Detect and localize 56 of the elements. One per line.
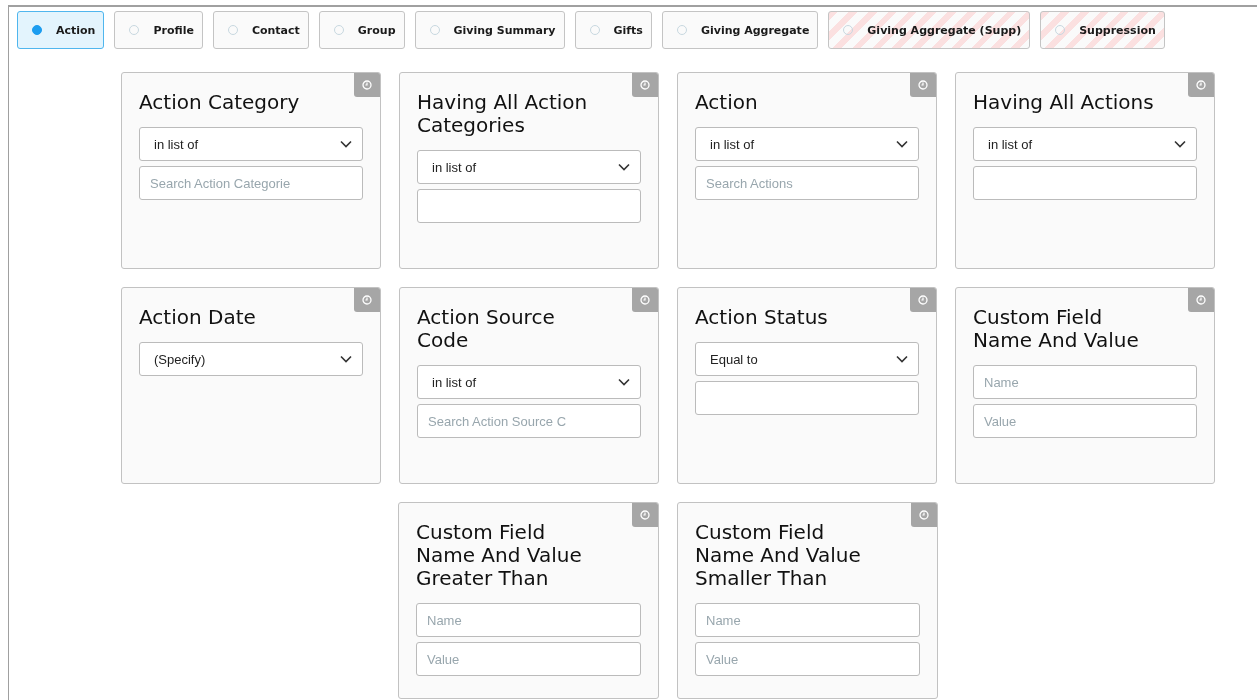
input-field[interactable]: Name [695,603,920,637]
chevron-down-icon [896,355,908,363]
filter-tab[interactable]: Contact [212,11,309,49]
filter-tab[interactable]: Profile [114,11,203,49]
operator-dropdown[interactable]: (Specify) [139,342,363,376]
chevron-down-icon [618,163,630,171]
card-title: Custom Field Name And Value Greater Than [416,521,583,590]
input-field[interactable] [695,381,919,415]
operator-dropdown[interactable]: in list of [417,365,641,399]
chevron-down-icon [340,140,352,148]
operator-dropdown[interactable]: Equal to [695,342,919,376]
input-field[interactable] [417,189,641,223]
input-field[interactable]: Value [416,642,641,676]
clock-icon[interactable] [632,73,658,97]
chevron-down-icon [618,378,630,386]
clock-icon[interactable] [632,503,658,527]
card-title: Custom Field Name And Value Smaller Than [695,521,862,590]
filter-tab[interactable]: Gifts [574,11,652,49]
input-field[interactable]: Search Action Categorie [139,166,363,200]
clock-icon[interactable] [354,73,380,97]
filter-tab[interactable]: Giving Summary [414,11,565,49]
card-title: Custom Field Name And Value [973,306,1140,352]
operator-dropdown[interactable]: in list of [417,150,641,184]
card-title: Having All Action Categories [417,91,589,137]
chevron-down-icon [896,140,908,148]
clock-icon[interactable] [1188,288,1214,312]
clock-icon[interactable] [911,503,937,527]
clock-icon[interactable] [632,288,658,312]
chevron-down-icon [340,355,352,363]
clock-icon[interactable] [910,288,936,312]
operator-dropdown[interactable]: in list of [139,127,363,161]
card-title: Action Date [139,306,257,329]
input-field[interactable]: Value [695,642,920,676]
filter-tab[interactable]: Giving Aggregate (Supp) [828,11,1031,49]
card-title: Action Source Code [417,306,556,352]
input-field[interactable] [973,166,1197,200]
operator-dropdown[interactable]: in list of [973,127,1197,161]
input-field[interactable]: Name [973,365,1197,399]
clock-icon[interactable] [1188,73,1214,97]
operator-dropdown[interactable]: in list of [695,127,919,161]
filter-tab[interactable]: Action [17,11,105,49]
clock-icon[interactable] [354,288,380,312]
filter-tab[interactable]: Giving Aggregate [661,11,819,49]
card-title: Action Status [695,306,829,329]
card-title: Action Category [139,91,301,114]
input-field[interactable]: Search Actions [695,166,919,200]
filter-tab[interactable]: Suppression [1040,11,1165,49]
filter-tab[interactable]: Group [318,11,405,49]
radio-icon [32,25,42,35]
chevron-down-icon [1174,140,1186,148]
clock-icon[interactable] [910,73,936,97]
card-title: Having All Actions [973,91,1155,114]
input-field[interactable]: Search Action Source C [417,404,641,438]
input-field[interactable]: Name [416,603,641,637]
input-field[interactable]: Value [973,404,1197,438]
card-title: Action [695,91,759,114]
